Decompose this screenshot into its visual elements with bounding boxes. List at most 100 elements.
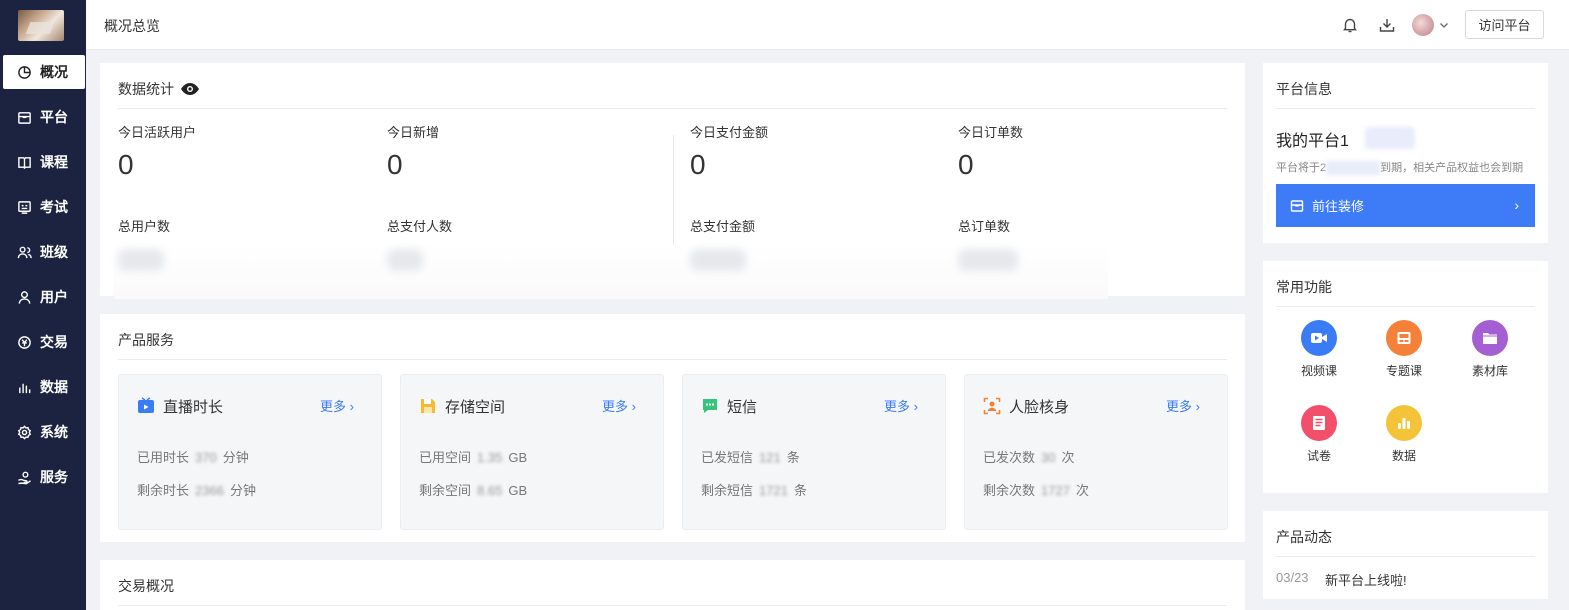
divider [1276, 306, 1535, 307]
function-topic-course[interactable]: 专题课 [1374, 320, 1434, 379]
common-functions-title: 常用功能 [1276, 279, 1332, 295]
divider [118, 108, 1227, 109]
stat-value-orders-today: 0 [958, 149, 974, 180]
exam-icon [16, 199, 32, 215]
product-card-title: 存储空间 [445, 399, 506, 416]
product-card-face-verify: 人脸核身 更多 › 已发次数 30 次 剩余次数 1727 次 [964, 374, 1228, 530]
remaining-unit: 条 [793, 483, 807, 498]
sidebar-item-system[interactable]: 系统 [3, 415, 85, 449]
sidebar-item-label: 用户 [40, 289, 68, 305]
remaining-unit: 分钟 [229, 483, 256, 498]
usage-label: 已用空间 [419, 450, 472, 465]
sidebar-item-label: 系统 [40, 424, 68, 440]
remaining-value: 8.65 [477, 483, 503, 498]
function-label: 专题课 [1385, 364, 1422, 378]
sidebar-item-label: 交易 [40, 334, 68, 350]
stat-value-pay-today: 0 [690, 149, 706, 180]
product-card-title: 短信 [727, 399, 758, 416]
expire-prefix: 平台将于2 [1276, 162, 1327, 174]
function-video-course[interactable]: 视频课 [1289, 320, 1349, 379]
sidebar-item-course[interactable]: 课程 [3, 145, 85, 179]
bell-icon[interactable] [1341, 16, 1359, 34]
trade-panel: 交易概况 [100, 560, 1245, 610]
product-news-title: 产品动态 [1276, 529, 1332, 545]
masked-value [118, 249, 164, 271]
function-data[interactable]: 数据 [1374, 405, 1434, 464]
usage-row: 已发次数 30 次 [983, 447, 1075, 466]
usage-value: 121 [759, 450, 781, 465]
sidebar-item-label: 考试 [40, 199, 68, 215]
floppy-disk-icon [419, 397, 437, 415]
remaining-label: 剩余次数 [983, 483, 1036, 498]
paper-icon [1301, 405, 1337, 441]
function-material-library[interactable]: 素材库 [1460, 320, 1520, 379]
usage-unit: 条 [786, 450, 800, 465]
remaining-row: 剩余次数 1727 次 [983, 480, 1089, 499]
usage-unit: 分钟 [222, 450, 249, 465]
usage-label: 已发次数 [983, 450, 1036, 465]
logo[interactable] [18, 10, 64, 41]
visit-platform-button[interactable]: 访问平台 [1465, 10, 1544, 39]
avatar[interactable] [1412, 14, 1434, 36]
stats-title-row: 数据统计 [118, 79, 200, 99]
remaining-unit: GB [508, 483, 528, 498]
book-icon [16, 154, 32, 170]
go-decorate-button[interactable]: 前往装修 › [1276, 184, 1535, 227]
sidebar-item-service[interactable]: 服务 [3, 460, 85, 494]
more-link[interactable]: 更多 › [1166, 396, 1200, 415]
divider [118, 605, 1227, 606]
sidebar-item-label: 服务 [40, 469, 68, 485]
product-card-title: 直播时长 [163, 399, 224, 416]
stat-label-total-orders: 总订单数 [958, 219, 1011, 234]
usage-value: 1.35 [477, 450, 503, 465]
usage-unit: 次 [1061, 450, 1075, 465]
class-icon [16, 244, 32, 260]
sidebar-item-platform[interactable]: 平台 [3, 100, 85, 134]
top-header: 概况总览 访问平台 [86, 0, 1569, 50]
stat-label-total-payers: 总支付人数 [387, 219, 453, 234]
stats-title: 数据统计 [118, 81, 174, 97]
bar-chart-icon [16, 379, 32, 395]
news-link[interactable]: 新平台上线啦! [1325, 570, 1407, 589]
sidebar-item-data[interactable]: 数据 [3, 370, 85, 404]
product-news-panel: 产品动态 03/23 新平台上线啦! [1263, 511, 1548, 599]
function-label: 数据 [1391, 449, 1416, 463]
service-icon [16, 469, 32, 485]
products-panel: 产品服务 直播时长 更多 › 已用时长 370 分钟 剩余时长 2366 分钟 存储空间… [100, 314, 1245, 542]
function-exam-paper[interactable]: 试卷 [1289, 405, 1349, 464]
product-card-storage: 存储空间 更多 › 已用空间 1.35 GB 剩余空间 8.65 GB [400, 374, 664, 530]
sidebar-item-class[interactable]: 班级 [3, 235, 85, 269]
sidebar-item-exam[interactable]: 考试 [3, 190, 85, 224]
stat-label-orders-today: 今日订单数 [958, 125, 1024, 140]
stat-label-pay-today: 今日支付金额 [690, 125, 769, 140]
eye-icon[interactable] [180, 82, 200, 96]
sidebar-item-transaction[interactable]: 交易 [3, 325, 85, 359]
remaining-row: 剩余空间 8.65 GB [419, 480, 527, 499]
usage-row: 已发短信 121 条 [701, 447, 800, 466]
sidebar-item-user[interactable]: 用户 [3, 280, 85, 314]
sidebar-item-label: 课程 [40, 154, 68, 170]
trade-title: 交易概况 [118, 578, 174, 594]
divider [673, 135, 674, 245]
tv-icon [137, 397, 155, 415]
platform-info-panel: 平台信息 我的平台1 平台将于2 到期，相关产品权益也会到期 前往装修 › [1263, 63, 1548, 243]
more-link[interactable]: 更多 › [320, 396, 354, 415]
sidebar: 概况 平台 课程 考试 班级 用户 交易 数据 系统 服务 [0, 0, 86, 610]
gear-icon [16, 424, 32, 440]
usage-unit: GB [508, 450, 528, 465]
function-label: 视频课 [1300, 364, 1337, 378]
more-link[interactable]: 更多 › [884, 396, 918, 415]
pie-chart-icon [16, 64, 32, 80]
usage-row: 已用时长 370 分钟 [137, 447, 249, 466]
products-title: 产品服务 [118, 332, 174, 348]
usage-label: 已发短信 [701, 450, 754, 465]
remaining-value: 2366 [195, 483, 224, 498]
download-icon[interactable] [1378, 16, 1396, 34]
divider [118, 359, 1227, 360]
more-link[interactable]: 更多 › [602, 396, 636, 415]
stat-label-active-users: 今日活跃用户 [118, 125, 197, 140]
masked-date [1326, 161, 1381, 176]
stat-value-new-today: 0 [387, 149, 403, 180]
chevron-down-icon[interactable] [1438, 18, 1450, 30]
sidebar-item-overview[interactable]: 概况 [3, 55, 85, 89]
